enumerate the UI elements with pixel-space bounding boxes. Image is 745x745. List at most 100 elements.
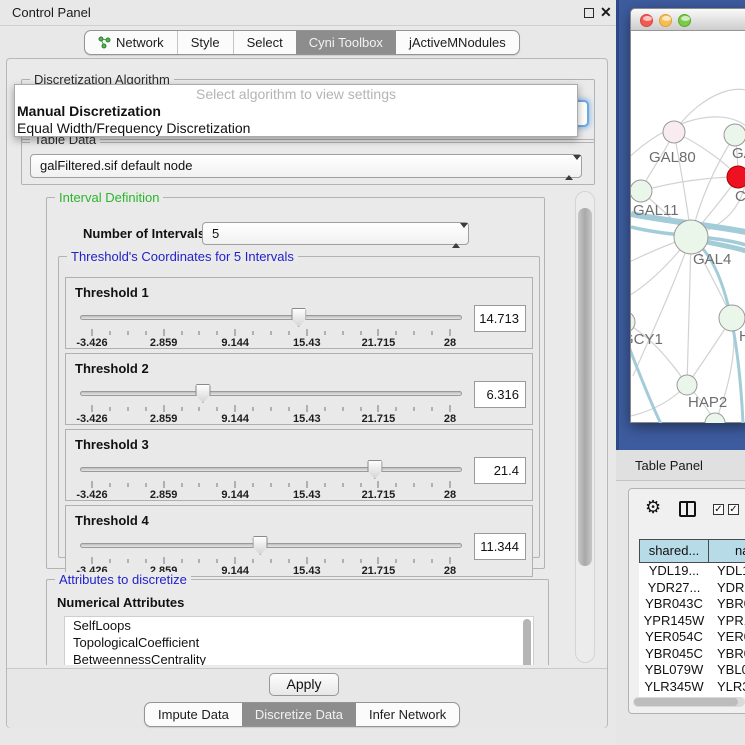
tab-label: Infer Network — [369, 703, 446, 727]
tick-label: 9.144 — [221, 337, 249, 349]
table-row[interactable]: YBR043CYBR0 — [639, 596, 745, 613]
selected-table: galFiltered.sif default node — [40, 155, 192, 177]
panel-scrollbar-thumb[interactable] — [578, 208, 592, 566]
checkbox-icon[interactable]: ✓ — [713, 504, 724, 515]
bottom-tab-bar: Impute Data Discretize Data Infer Networ… — [144, 702, 460, 727]
table-row[interactable]: YDR27...YDR2 — [639, 580, 745, 597]
table-panel-titlebar: Table Panel — [616, 450, 745, 481]
network-node — [631, 311, 635, 333]
slider-thumb[interactable] — [253, 536, 268, 555]
tick-label: 28 — [444, 489, 456, 501]
tab-style[interactable]: Style — [177, 31, 233, 54]
network-canvas[interactable]: GAL80GACGAL11GAL4HGCY1HAP2 — [631, 31, 745, 423]
threshold-value-field[interactable]: 21.4 — [474, 457, 526, 484]
column-header-name[interactable]: na — [709, 539, 745, 563]
network-edge — [633, 237, 691, 376]
float-window-icon[interactable] — [584, 8, 594, 18]
spinner-up-icon — [452, 228, 460, 248]
column-header-shared-name[interactable]: shared... — [639, 539, 709, 563]
slider-ticks — [92, 481, 450, 489]
tab-label: jActiveMNodules — [409, 31, 506, 55]
tick-label: 28 — [444, 565, 456, 577]
table-row[interactable]: YDL19...YDL1 — [639, 563, 745, 580]
number-of-intervals-label: Number of Intervals — [83, 226, 205, 241]
table-row[interactable]: YLR345WYLR3 — [639, 679, 745, 696]
tab-impute-data[interactable]: Impute Data — [145, 703, 242, 726]
panel-title: Control Panel — [12, 5, 91, 20]
tab-label: Select — [247, 31, 283, 55]
panel-scrollbar[interactable] — [575, 191, 595, 663]
tab-jactivemnodules[interactable]: jActiveMNodules — [396, 31, 519, 54]
split-columns-icon[interactable] — [679, 501, 696, 517]
network-node — [631, 180, 652, 202]
network-node-label: GAL11 — [633, 202, 679, 219]
tick-label: 9.144 — [221, 489, 249, 501]
tick-label: 15.43 — [293, 337, 321, 349]
table-row[interactable]: YER054CYER0 — [639, 629, 745, 646]
attributes-group: Attributes to discretize Numerical Attri… — [46, 579, 549, 665]
table-row[interactable]: YPR145WYPR1 — [639, 613, 745, 630]
network-node — [663, 121, 685, 143]
slider-tick-labels: -3.4262.8599.14415.4321.71528 — [92, 337, 450, 349]
tab-network[interactable]: Network — [85, 31, 177, 54]
numerical-attributes-list[interactable]: SelfLoopsTopologicalCoefficientBetweenne… — [64, 616, 534, 665]
threshold-label: Threshold 1 — [75, 285, 149, 300]
threshold-slider[interactable]: -3.4262.8599.14415.4321.71528 — [80, 308, 462, 346]
table-header-row: shared... na — [639, 539, 745, 563]
table-horizontal-scrollbar[interactable] — [633, 697, 745, 707]
close-icon[interactable]: ✕ — [600, 4, 612, 21]
threshold-value-field[interactable]: 6.316 — [474, 381, 526, 408]
option-equal-width-frequency[interactable]: Equal Width/Frequency Discretization — [15, 120, 577, 137]
minimize-traffic-light[interactable] — [659, 14, 672, 27]
interval-definition-group: Interval Definition Number of Intervals … — [46, 197, 545, 569]
tab-discretize-data[interactable]: Discretize Data — [242, 703, 356, 726]
tab-label: Impute Data — [158, 703, 229, 727]
table-row[interactable]: YBL079WYBL0 — [639, 662, 745, 679]
option-manual-discretization[interactable]: Manual Discretization — [15, 103, 577, 120]
zoom-traffic-light[interactable] — [678, 14, 691, 27]
attribute-list-item[interactable]: TopologicalCoefficient — [65, 634, 533, 651]
threshold-slider[interactable]: -3.4262.8599.14415.4321.71528 — [80, 536, 462, 574]
tick-label: 28 — [444, 413, 456, 425]
attribute-list-item[interactable]: BetweennessCentrality — [65, 651, 533, 665]
number-of-intervals-select[interactable]: 5 — [202, 222, 469, 245]
node-table-widget: ⚙ ✓ ✓ shared... na YDL19...YDL1YDR27...Y… — [628, 488, 745, 714]
checkbox-icon[interactable]: ✓ — [728, 504, 739, 515]
tab-label: Network — [116, 31, 164, 55]
threshold-panel: Threshold 2 -3.4262.8599.14415.4321.7152… — [65, 353, 533, 425]
settings-gear-icon[interactable]: ⚙ — [645, 497, 661, 518]
network-window-titlebar[interactable] — [631, 9, 745, 31]
network-node — [705, 413, 725, 423]
intervals-value: 5 — [212, 223, 219, 245]
slider-thumb[interactable] — [291, 308, 306, 327]
control-panel-titlebar: Control Panel ✕ — [0, 0, 616, 26]
threshold-value-field[interactable]: 14.713 — [474, 305, 526, 332]
group-title: Threshold's Coordinates for 5 Intervals — [67, 249, 298, 264]
table-row[interactable]: YBR045CYBR0 — [639, 646, 745, 663]
tab-select[interactable]: Select — [233, 31, 296, 54]
table-body: YDL19...YDL1YDR27...YDR2YBR043CYBR0YPR14… — [639, 563, 745, 697]
network-node — [724, 124, 745, 146]
tab-label: Cyni Toolbox — [309, 31, 383, 55]
threshold-slider[interactable]: -3.4262.8599.14415.4321.71528 — [80, 384, 462, 422]
slider-thumb[interactable] — [367, 460, 382, 479]
tab-cyni-toolbox[interactable]: Cyni Toolbox — [296, 31, 396, 54]
tick-label: 9.144 — [221, 565, 249, 577]
tick-label: -3.426 — [76, 413, 107, 425]
numerical-attributes-label: Numerical Attributes — [57, 595, 184, 610]
attribute-list-item[interactable]: SelfLoops — [65, 617, 533, 634]
threshold-value-field[interactable]: 11.344 — [474, 533, 526, 560]
close-traffic-light[interactable] — [640, 14, 653, 27]
tick-label: 2.859 — [150, 489, 178, 501]
slider-thumb[interactable] — [195, 384, 210, 403]
node-table[interactable]: shared... na YDL19...YDL1YDR27...YDR2YBR… — [639, 539, 745, 697]
threshold-slider[interactable]: -3.4262.8599.14415.4321.71528 — [80, 460, 462, 498]
table-data-select[interactable]: galFiltered.sif default node — [30, 154, 582, 178]
dropdown-hint[interactable]: Select algorithm to view settings — [15, 85, 577, 103]
network-node-label: C — [735, 188, 745, 205]
list-scrollbar-thumb[interactable] — [523, 619, 531, 665]
table-horizontal-scrollbar-thumb[interactable] — [634, 698, 738, 706]
network-edge — [687, 237, 691, 385]
apply-button[interactable]: Apply — [269, 673, 339, 696]
tab-infer-network[interactable]: Infer Network — [356, 703, 459, 726]
